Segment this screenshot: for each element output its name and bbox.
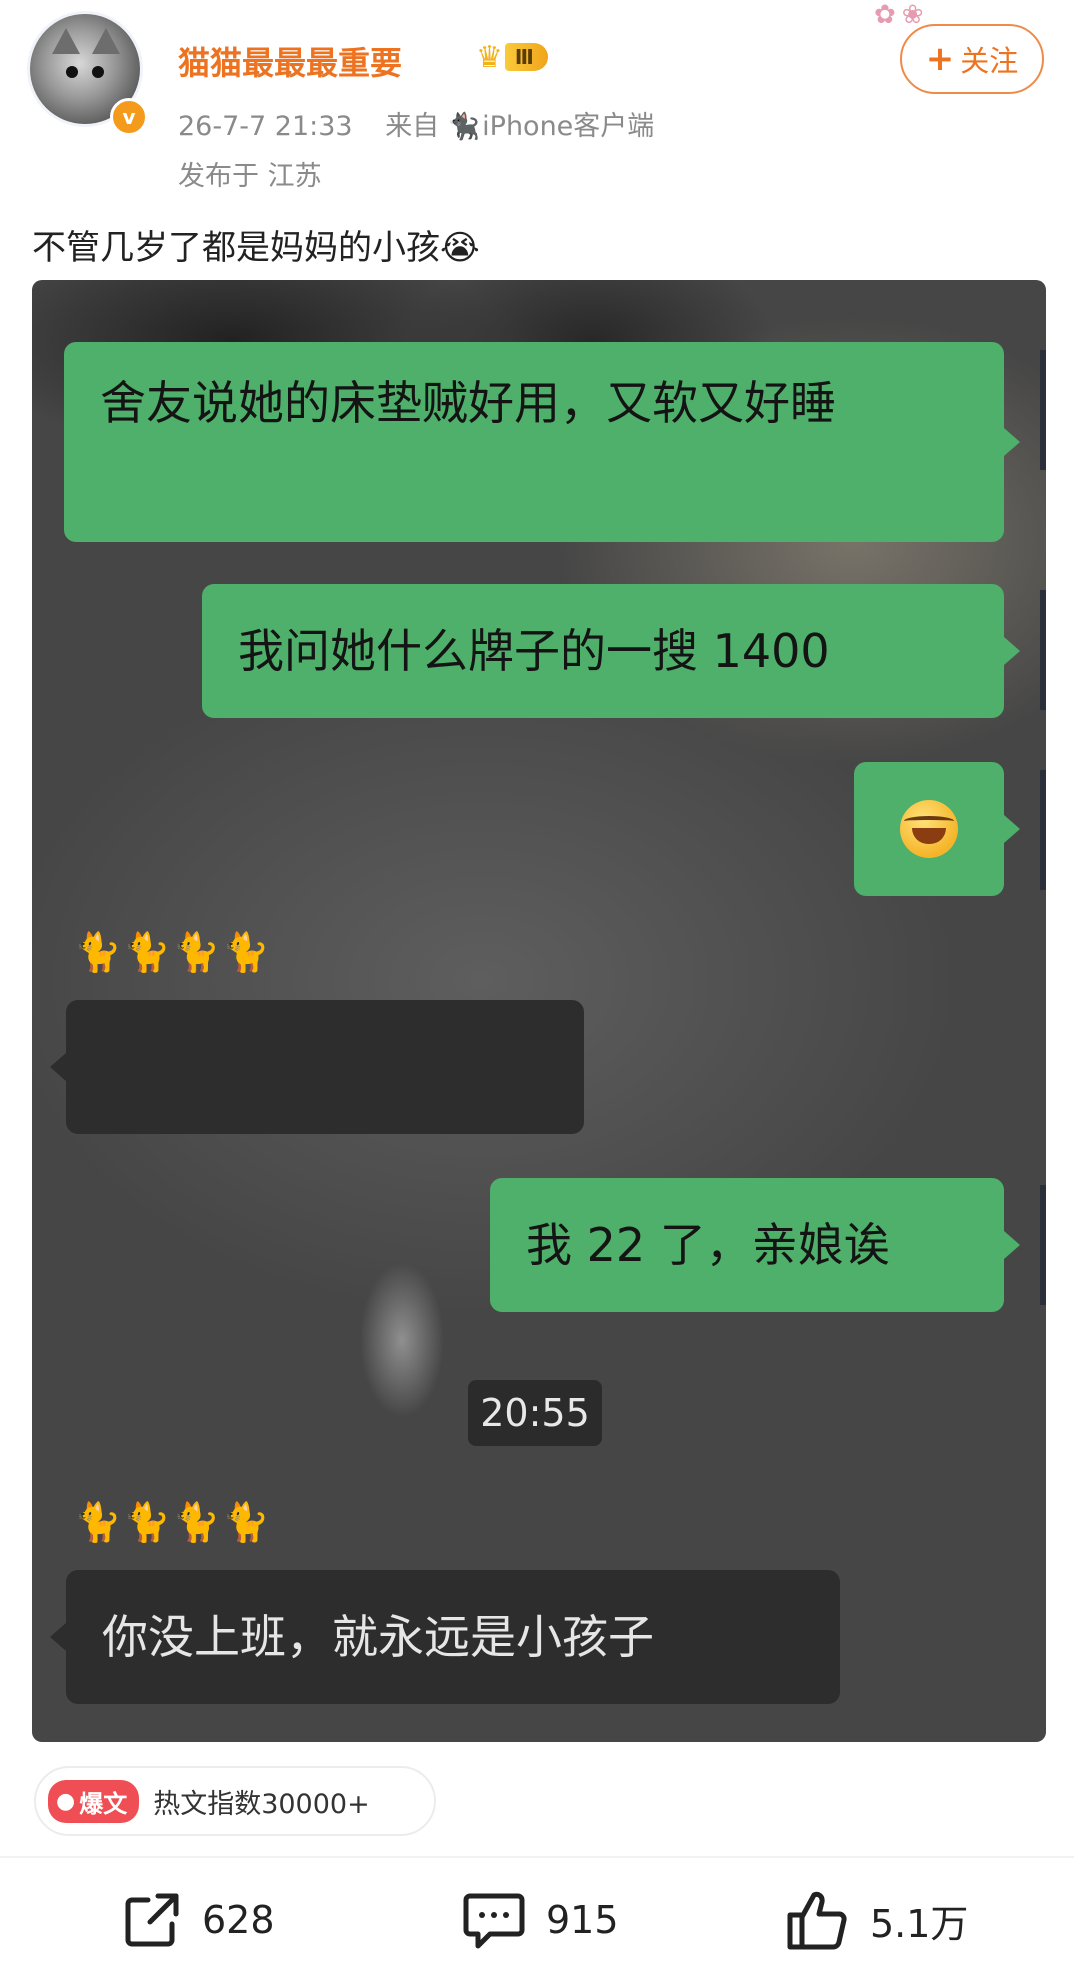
post-text: 不管几岁了都是妈妈的小孩😭: [32, 228, 480, 268]
comment-icon: [460, 1888, 528, 1952]
hot-badge: ● 爆文: [48, 1779, 140, 1823]
chat-bubble-sent: 我 22 了，亲娘诶: [490, 1178, 1020, 1312]
source-prefix: 来自: [385, 111, 440, 142]
cat-icon: 🐈‍⬛: [447, 112, 481, 142]
post-image[interactable]: 舍友说她的床垫贼好用，又软又好睡 我问她什么牌子的一搜 1400 🐈🐈🐈🐈 我 …: [32, 280, 1046, 1742]
level-label: Ⅲ: [504, 43, 548, 71]
flame-icon: ●: [56, 1788, 76, 1814]
image-edge: [1040, 590, 1046, 710]
chat-timestamp: 20:55: [468, 1380, 602, 1446]
like-button[interactable]: 5.1万: [784, 1880, 968, 1960]
hot-index-text: 热文指数30000+: [153, 1788, 370, 1820]
divider: [0, 1856, 1074, 1858]
follow-button[interactable]: + 关注: [900, 24, 1044, 94]
share-button[interactable]: 628: [120, 1880, 275, 1960]
comment-count: 915: [546, 1898, 619, 1942]
plus-icon: +: [925, 39, 955, 79]
sender-name: 🐈🐈🐈🐈: [74, 1500, 272, 1544]
share-count: 628: [202, 1898, 275, 1942]
image-edge: [1040, 350, 1046, 470]
thumbs-up-icon: [784, 1887, 852, 1953]
chat-bubble-received-redacted: [50, 1000, 584, 1134]
username[interactable]: 猫猫最最最重要: [178, 38, 402, 84]
chat-bubble-received: 你没上班，就永远是小孩子: [50, 1570, 840, 1704]
hot-index-chip[interactable]: ● 爆文 热文指数30000+: [34, 1766, 436, 1836]
post-timestamp: 26-7-7 21:33: [178, 111, 353, 142]
level-badge[interactable]: ♛ Ⅲ: [476, 38, 580, 76]
verified-icon: v: [110, 98, 148, 136]
chat-message: 你没上班，就永远是小孩子: [102, 1610, 654, 1664]
chat-bubble-sent: 我问她什么牌子的一搜 1400: [202, 584, 1020, 718]
comment-button[interactable]: 915: [460, 1880, 619, 1960]
chat-message: 我 22 了，亲娘诶: [526, 1218, 890, 1272]
image-edge: [1040, 770, 1046, 890]
chat-bubble-sent: 舍友说她的床垫贼好用，又软又好睡: [64, 342, 1020, 542]
crown-icon: ♛: [476, 39, 503, 75]
follow-label: 关注: [960, 44, 1019, 78]
laughing-emoji-icon: [900, 800, 958, 858]
post-location: 发布于 江苏: [178, 161, 322, 192]
chat-bubble-sent: [854, 762, 1020, 896]
image-edge: [1040, 1185, 1046, 1305]
like-count: 5.1万: [870, 1901, 969, 1946]
chat-message: 我问她什么牌子的一搜 1400: [238, 624, 830, 678]
hot-badge-label: 爆文: [79, 1789, 128, 1818]
post-meta: 26-7-7 21:33 来自 🐈‍⬛iPhone客户端: [178, 104, 654, 143]
share-icon: [120, 1888, 184, 1952]
sender-name: 🐈🐈🐈🐈: [74, 930, 272, 974]
post-source: iPhone客户端: [482, 111, 655, 142]
